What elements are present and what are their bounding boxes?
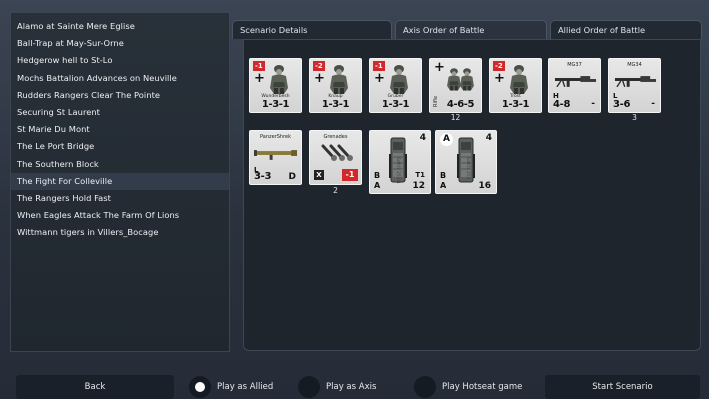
vehicle-name: SdKfz 251 — [465, 157, 470, 180]
weapon-firepower: 4-8 — [553, 99, 571, 110]
vehicle-class-badge: A — [440, 133, 453, 146]
grenades-icon — [321, 144, 353, 161]
weapon-name: MG34 — [627, 62, 642, 68]
play-option-label: Play Hotseat game — [442, 382, 523, 392]
soldier-icon — [510, 65, 528, 94]
radio-icon[interactable] — [414, 376, 436, 398]
vehicle-name: SdKfz 251/1 — [395, 157, 400, 185]
modifier-badge: -2 — [493, 61, 505, 71]
vehicle-movement: 16 — [478, 181, 491, 191]
tab-axis-order-of-battle[interactable]: Axis Order of Battle — [395, 20, 547, 39]
leader-plus-icon: + — [374, 71, 385, 86]
expendable-badge: X — [314, 170, 324, 180]
counter-mg37[interactable]: MG37 H 4-8 - — [548, 58, 601, 113]
counter-mg34[interactable]: MG34 L 3-6 - — [608, 58, 661, 113]
vehicle-movement: 12 — [412, 181, 425, 191]
scenario-item-selected[interactable]: The Fight For Colleville — [11, 172, 229, 190]
vehicle-armor-front: B — [374, 171, 381, 180]
vehicle-number: 4 — [419, 133, 426, 143]
counter-knaup[interactable]: -2 + Knaup 1-3-1 — [309, 58, 362, 113]
start-scenario-button[interactable]: Start Scenario — [545, 375, 700, 399]
counter-wunderbesh[interactable]: -1 + Wunderbesh 1-3-1 — [249, 58, 302, 113]
tab-scenario-details[interactable]: Scenario Details — [232, 20, 392, 39]
weapon-name: Grenades — [323, 134, 348, 140]
play-option-label: Play as Axis — [326, 382, 377, 392]
vehicle-number: 4 — [485, 133, 492, 143]
unit-count: 3 — [632, 113, 637, 122]
scenario-item[interactable]: The Le Port Bridge — [11, 138, 229, 155]
modifier-badge: -1 — [373, 61, 385, 71]
weapon-name: MG37 — [567, 62, 582, 68]
soldier-icon — [330, 65, 348, 94]
back-button[interactable]: Back — [16, 375, 174, 399]
machine-gun-icon — [614, 75, 657, 87]
play-as-allied-option[interactable]: Play as Allied — [189, 376, 273, 398]
play-as-axis-option[interactable]: Play as Axis — [298, 376, 376, 398]
leader-plus-icon: + — [254, 71, 265, 86]
counter-panzershrek[interactable]: PanzerShrek L 3-3 D — [249, 130, 302, 185]
play-option-label: Play as Allied — [217, 382, 274, 392]
soldier-icon — [390, 65, 408, 94]
unit-stats: 1-3-1 — [261, 99, 290, 110]
vehicle-armor-side: A — [374, 181, 381, 190]
scenario-item[interactable]: Securing St Laurent — [11, 104, 229, 121]
counter-gruber[interactable]: -1 + Gruber 1-3-1 — [369, 58, 422, 113]
weapon-firepower: 3-3 — [254, 171, 272, 182]
counter-rifle-squad[interactable]: + Rifle 4-6-5 — [429, 58, 482, 113]
unit-stats: 1-3-1 — [321, 99, 350, 110]
unit-stats: 1-3-1 — [501, 99, 530, 110]
unit-stats: 4-6-5 — [446, 99, 475, 110]
radio-icon[interactable] — [298, 376, 320, 398]
vehicle-armor-front: B — [440, 171, 447, 180]
scenario-item[interactable]: The Southern Block — [11, 156, 229, 173]
counter-sdkfz-251[interactable]: A 4 SdKfz 251 B A 16 — [435, 130, 497, 194]
radio-selected-icon[interactable] — [189, 376, 211, 398]
modifier-badge: -1 — [253, 61, 265, 71]
weapon-firepower: 3-6 — [613, 99, 631, 110]
modifier-badge: -2 — [313, 61, 325, 71]
weapon-name: PanzerShrek — [259, 134, 292, 140]
vehicle-turret: T1 — [415, 171, 425, 179]
scenario-item[interactable]: The Rangers Hold Fast — [11, 190, 229, 207]
scenario-item[interactable]: Alamo at Sainte Mere Eglise — [11, 18, 229, 35]
leader-plus-icon: + — [494, 71, 505, 86]
weapon-code: D — [288, 172, 296, 182]
vehicle-armor-side: A — [440, 181, 447, 190]
soldier-icon — [460, 68, 474, 91]
tab-allied-order-of-battle[interactable]: Allied Order of Battle — [550, 20, 702, 39]
counter-trost[interactable]: -2 + Trost 1-3-1 — [489, 58, 542, 113]
counter-sdkfz-251-1[interactable]: 4 SdKfz 251/1 B A T1 12 — [369, 130, 431, 194]
weapon-breakdown: - — [651, 99, 655, 109]
rocket-launcher-icon — [254, 150, 298, 160]
scenario-item[interactable]: Rudders Rangers Clear The Pointe — [11, 87, 229, 104]
scenario-item[interactable]: St Marie Du Mont — [11, 121, 229, 138]
unit-count: 2 — [333, 186, 338, 195]
unit-type-label: Rifle — [433, 95, 439, 107]
counter-grenades[interactable]: Grenades X -1 — [309, 130, 362, 185]
machine-gun-icon — [554, 75, 597, 87]
scenario-item[interactable]: Ball-Trap at May-Sur-Orne — [11, 35, 229, 52]
scenario-item[interactable]: Wittmann tigers in Villers_Bocage — [11, 224, 229, 241]
weapon-breakdown: - — [591, 99, 595, 109]
leader-plus-icon: + — [314, 71, 325, 86]
soldier-icon — [270, 65, 288, 94]
scenario-item[interactable]: Hedgerow hell to St-Lo — [11, 52, 229, 69]
scenario-list: Alamo at Sainte Mere Eglise Ball-Trap at… — [10, 12, 230, 352]
scenario-item[interactable]: When Eagles Attack The Farm Of Lions — [11, 207, 229, 224]
modifier-badge: -1 — [342, 169, 358, 181]
unit-count: 12 — [450, 113, 461, 122]
scenario-item[interactable]: Mochs Battalion Advances on Neuville — [11, 70, 229, 87]
unit-stats: 1-3-1 — [381, 99, 410, 110]
play-hotseat-option[interactable]: Play Hotseat game — [414, 376, 522, 398]
